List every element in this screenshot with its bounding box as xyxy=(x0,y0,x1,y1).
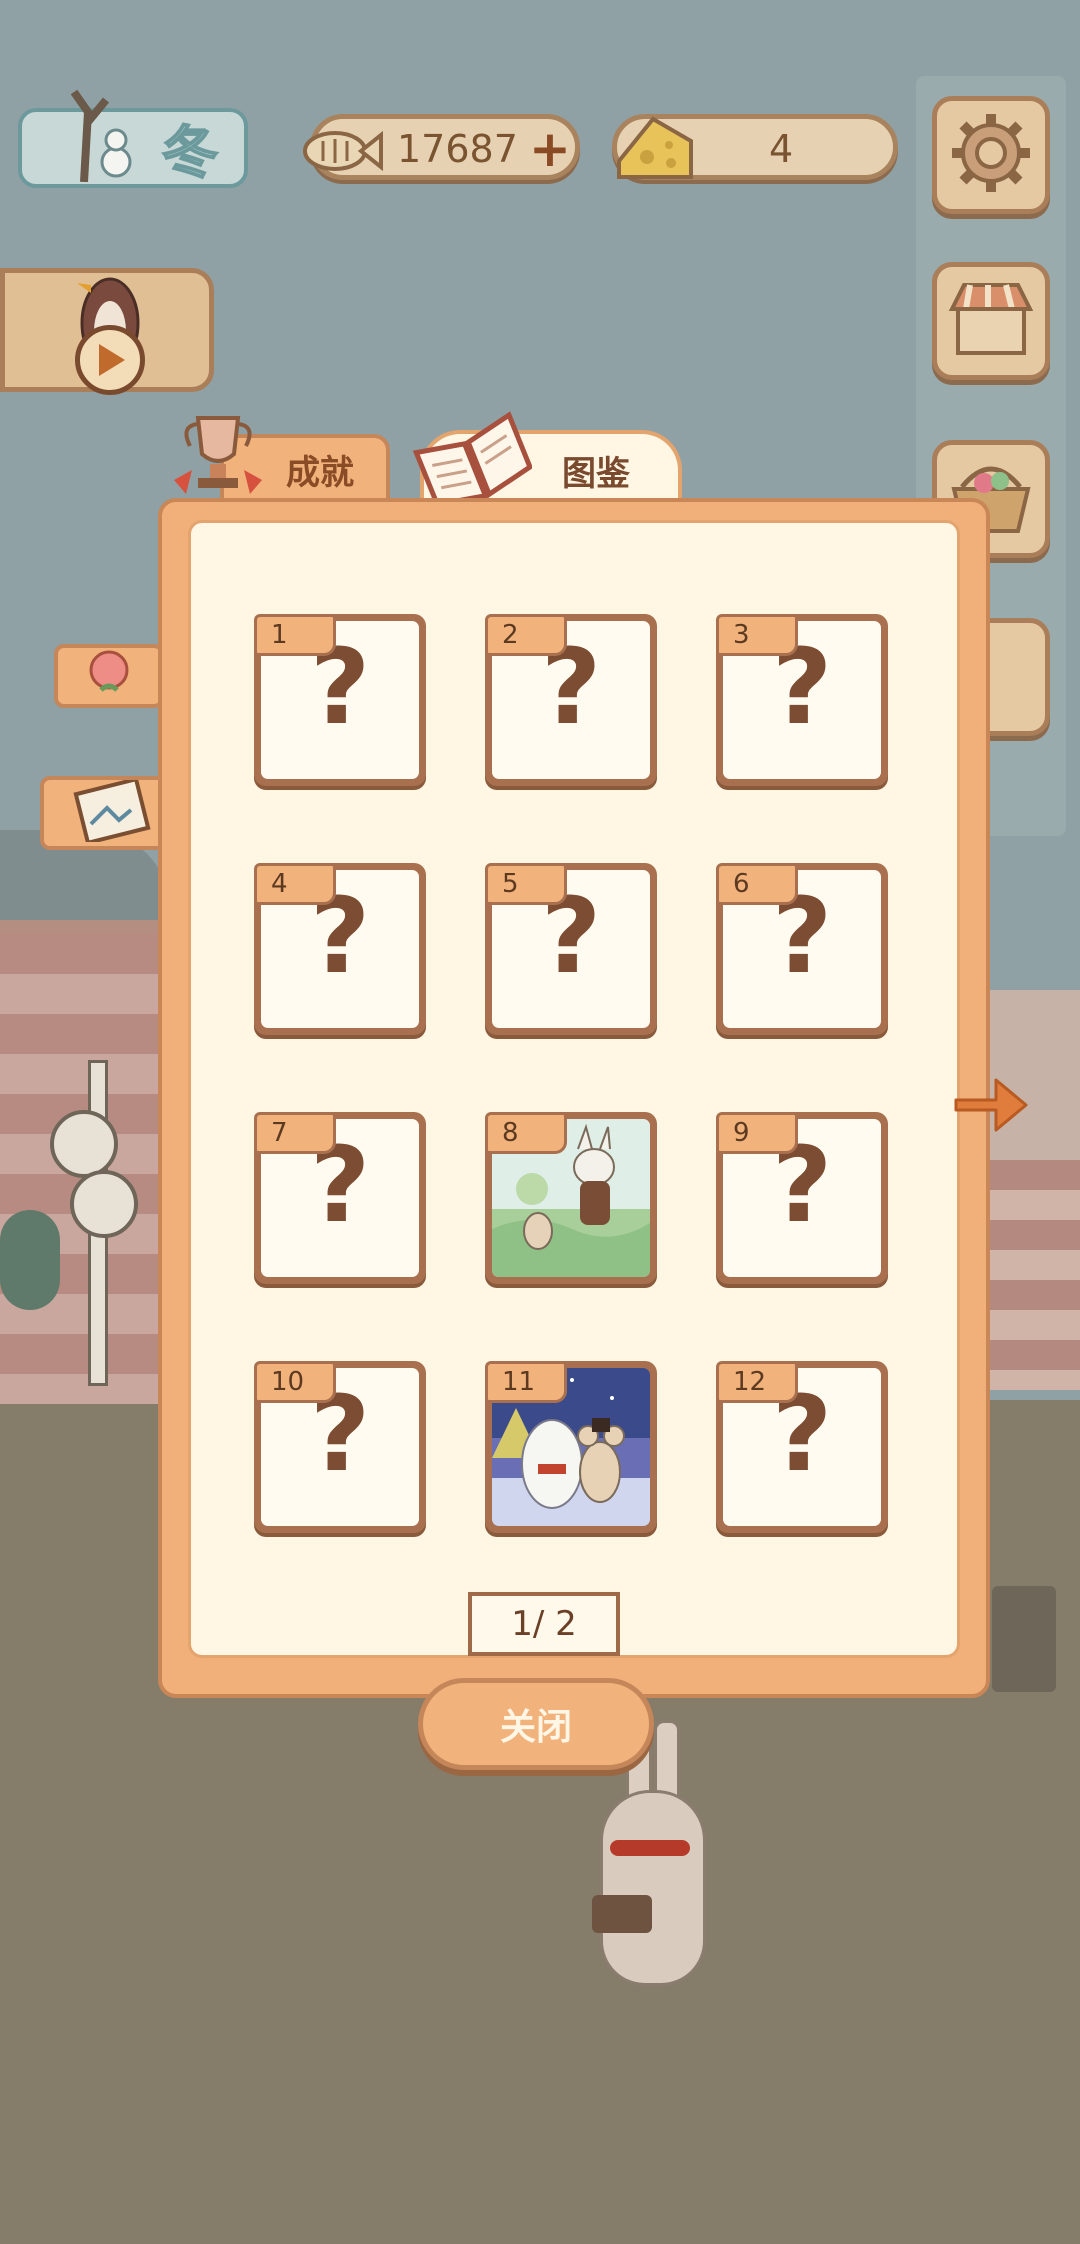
photo-icon xyxy=(73,776,151,846)
trophy-icon xyxy=(168,410,268,504)
card-number-badge: 1 xyxy=(254,614,336,656)
fish-icon xyxy=(295,103,385,197)
card-number-badge: 6 xyxy=(716,863,798,905)
page-indicator: 1/ 2 xyxy=(468,1592,620,1656)
background-house-right xyxy=(990,1160,1080,1390)
shop-stall-icon xyxy=(946,279,1036,363)
cheese-currency-display: 4 xyxy=(612,114,898,180)
fish-count: 17687 xyxy=(397,127,518,171)
fish-currency-display: 17687 + xyxy=(303,114,580,180)
cheese-icon xyxy=(613,105,697,193)
background-tree xyxy=(0,1000,160,1386)
card-number-badge: 5 xyxy=(485,863,567,905)
collection-card[interactable]: ? 3 xyxy=(716,614,888,786)
close-button[interactable]: 关闭 xyxy=(418,1678,654,1770)
collection-card[interactable]: ? 12 xyxy=(716,1361,888,1533)
card-number-badge: 10 xyxy=(254,1361,336,1403)
collection-card[interactable]: ? 7 xyxy=(254,1112,426,1284)
settings-gear-icon xyxy=(948,110,1034,200)
plus-icon[interactable]: + xyxy=(529,124,571,174)
card-number-badge: 7 xyxy=(254,1112,336,1154)
card-number-badge: 9 xyxy=(716,1112,798,1154)
collection-card[interactable]: 11 xyxy=(485,1361,657,1533)
collection-card[interactable]: ? 10 xyxy=(254,1361,426,1533)
collection-card[interactable]: ? 4 xyxy=(254,863,426,1035)
flower-icon xyxy=(81,646,137,706)
card-number-badge: 8 xyxy=(485,1112,567,1154)
collection-card[interactable]: ? 5 xyxy=(485,863,657,1035)
card-number-badge: 11 xyxy=(485,1361,567,1403)
collection-card[interactable]: ? 2 xyxy=(485,614,657,786)
cheese-count: 4 xyxy=(769,127,794,171)
collection-card[interactable]: 8 xyxy=(485,1112,657,1284)
flower-side-button[interactable] xyxy=(54,644,164,708)
settings-button[interactable] xyxy=(932,96,1050,214)
collection-card[interactable]: ? 1 xyxy=(254,614,426,786)
season-badge[interactable]: 冬 xyxy=(18,89,248,188)
collection-card[interactable]: ? 6 xyxy=(716,863,888,1035)
snow-tree-icon xyxy=(44,82,134,183)
card-number-badge: 2 xyxy=(485,614,567,656)
collection-card[interactable]: ? 9 xyxy=(716,1112,888,1284)
background-item-right xyxy=(992,1586,1056,1692)
video-ad-button[interactable] xyxy=(0,268,214,395)
card-number-badge: 4 xyxy=(254,863,336,905)
card-number-badge: 3 xyxy=(716,614,798,656)
play-icon[interactable] xyxy=(75,325,145,395)
season-label: 冬 xyxy=(161,120,219,187)
card-number-badge: 12 xyxy=(716,1361,798,1403)
arrow-right-icon[interactable] xyxy=(950,1070,1030,1144)
shop-button[interactable] xyxy=(932,262,1050,380)
